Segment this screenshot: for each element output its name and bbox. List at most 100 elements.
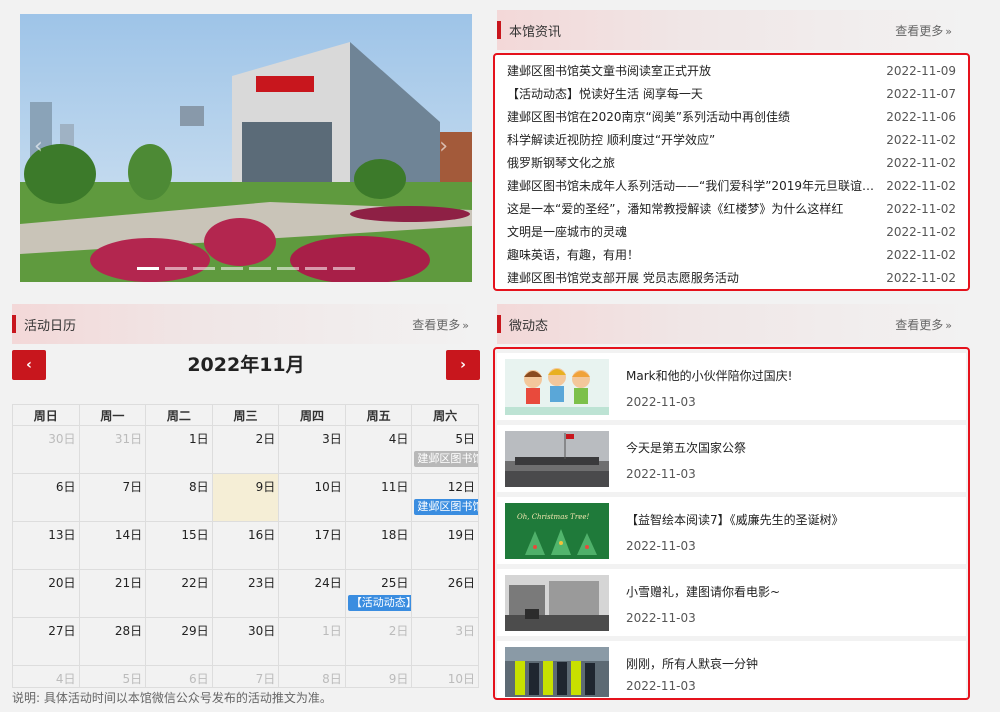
calendar-day-cell[interactable]: 1日 — [278, 617, 346, 666]
calendar-day-number: 9日 — [255, 480, 276, 494]
calendar-day-cell[interactable]: 22日 — [145, 569, 213, 618]
calendar-day-number: 11日 — [381, 480, 409, 494]
news-item-title[interactable]: 【活动动态】悦读好生活 阅享每一天 — [507, 85, 882, 102]
calendar-day-cell[interactable]: 30日 — [12, 425, 80, 474]
calendar-day-cell[interactable]: 10日 — [278, 473, 346, 522]
news-item[interactable]: 【活动动态】悦读好生活 阅享每一天 2022-11-07 — [495, 82, 968, 105]
micro-more-link[interactable]: 查看更多» — [895, 316, 952, 333]
calendar-event[interactable]: 建邺区图书馆’ — [414, 451, 478, 467]
calendar-day-cell[interactable]: 2日 — [344, 617, 413, 666]
calendar-day-number: 5日 — [455, 432, 475, 446]
micro-item[interactable]: 刚刚，所有人默哀一分钟 2022-11-03 — [497, 641, 966, 698]
news-more-link[interactable]: 查看更多» — [895, 22, 952, 39]
memorial-ceremony-thumbnail — [505, 431, 609, 487]
calendar-day-cell[interactable]: 11日 — [344, 473, 413, 522]
calendar-more-link[interactable]: 查看更多» — [412, 316, 469, 333]
calendar-day-number: 1日 — [322, 624, 342, 638]
calendar-day-cell[interactable]: 23日 — [211, 569, 280, 618]
calendar-day-cell[interactable]: 19日 — [411, 521, 479, 570]
calendar-day-cell[interactable]: 6日 — [12, 473, 80, 522]
news-item[interactable]: 俄罗斯钢琴文化之旅 2022-11-02 — [495, 151, 968, 174]
calendar-day-cell[interactable]: 3日 — [411, 617, 479, 666]
news-item[interactable]: 建邺区图书馆党支部开展 党员志愿服务活动 2022-11-02 — [495, 266, 968, 289]
news-item[interactable]: 建邺区图书馆未成年人系列活动——“我们爱科学”2019年元旦联谊圆满落幕 2022… — [495, 174, 968, 197]
micro-list: Mark和他的小伙伴陪你过国庆! 2022-11-03 今天是第五次国家公祭 2… — [493, 347, 970, 700]
news-item[interactable]: 建邺区图书馆在2020南京“阅美”系列活动中再创佳绩 2022-11-06 — [495, 105, 968, 128]
calendar-day-cell[interactable]: 28日 — [78, 617, 147, 666]
news-item[interactable]: 建邺区图书馆英文童书阅读室正式开放 2022-11-09 — [495, 59, 968, 82]
calendar-day-cell[interactable]: 26日 — [411, 569, 479, 618]
news-item[interactable]: 这是一本“爱的圣经”，潘知常教授解读《红楼梦》为什么这样红 2022-11-02 — [495, 197, 968, 220]
news-item-title[interactable]: 建邺区图书馆党支部开展 党员志愿服务活动 — [507, 269, 882, 286]
calendar-day-cell[interactable]: 9日 — [344, 665, 413, 688]
carousel-dot[interactable] — [221, 267, 243, 270]
calendar-day-cell[interactable]: 7日 — [211, 665, 280, 688]
calendar-day-cell[interactable]: 7日 — [78, 473, 147, 522]
news-item[interactable]: 趣味英语，有趣，有用！ 2022-11-02 — [495, 243, 968, 266]
news-item-title[interactable]: 这是一本“爱的圣经”，潘知常教授解读《红楼梦》为什么这样红 — [507, 200, 882, 217]
carousel-dot[interactable] — [305, 267, 327, 270]
calendar-event[interactable]: 【活动动态】 — [347, 595, 412, 611]
carousel-dot[interactable] — [277, 267, 299, 270]
carousel-dot[interactable] — [165, 267, 187, 270]
carousel-next-arrow[interactable]: › — [439, 134, 448, 159]
micro-item[interactable]: 小雪赠礼，建图请你看电影~ 2022-11-03 — [497, 569, 966, 636]
calendar-day-cell[interactable]: 24日 — [278, 569, 346, 618]
calendar-day-cell[interactable]: 1日 — [145, 425, 213, 474]
news-item-title[interactable]: 建邺区图书馆未成年人系列活动——“我们爱科学”2019年元旦联谊圆满落幕 — [507, 177, 882, 194]
calendar-day-cell[interactable]: 10日 — [411, 665, 479, 688]
news-section-title: 本馆资讯 — [509, 24, 562, 40]
calendar-day-cell[interactable]: 3日 — [278, 425, 346, 474]
calendar-day-cell[interactable]: 5日建邺区图书馆’ — [411, 425, 479, 474]
news-item-title[interactable]: 建邺区图书馆英文童书阅读室正式开放 — [507, 62, 882, 79]
calendar-day-cell[interactable]: 5日 — [78, 665, 147, 688]
news-item-title[interactable]: 科学解读近视防控 顺利度过“开学效应” — [507, 131, 882, 148]
calendar-day-cell[interactable]: 8日 — [145, 473, 213, 522]
carousel-dot[interactable] — [137, 267, 159, 270]
carousel-dot[interactable] — [249, 267, 271, 270]
calendar-day-cell[interactable]: 4日 — [12, 665, 80, 688]
calendar-next-button[interactable]: › — [446, 350, 480, 380]
calendar-day-number: 10日 — [314, 480, 342, 494]
calendar-day-cell[interactable]: 13日 — [12, 521, 80, 570]
calendar-day-number: 26日 — [447, 576, 475, 590]
calendar-day-cell[interactable]: 29日 — [145, 617, 213, 666]
calendar-day-cell[interactable]: 12日建邺区图书馆‘ — [411, 473, 479, 522]
calendar-day-cell[interactable]: 30日 — [211, 617, 280, 666]
calendar-day-cell[interactable]: 8日 — [278, 665, 346, 688]
calendar-day-cell[interactable]: 14日 — [78, 521, 147, 570]
calendar-day-cell[interactable]: 15日 — [145, 521, 213, 570]
calendar-event[interactable]: 建邺区图书馆‘ — [414, 499, 478, 515]
calendar-day-cell[interactable]: 31日 — [78, 425, 147, 474]
carousel-dot[interactable] — [333, 267, 355, 270]
calendar-day-cell[interactable]: 4日 — [344, 425, 413, 474]
news-item-title[interactable]: 文明是一座城市的灵魂 — [507, 223, 882, 240]
news-item-date: 2022-11-02 — [886, 224, 956, 239]
calendar-day-cell[interactable]: 20日 — [12, 569, 80, 618]
micro-item-date: 2022-11-03 — [626, 539, 696, 553]
news-item-title[interactable]: 建邺区图书馆在2020南京“阅美”系列活动中再创佳绩 — [507, 108, 882, 125]
news-item[interactable]: 文明是一座城市的灵魂 2022-11-02 — [495, 220, 968, 243]
calendar-day-cell[interactable]: 16日 — [211, 521, 280, 570]
double-chevron-right-icon: » — [462, 318, 469, 332]
micro-item[interactable]: Oh, Christmas Tree! 【益智绘本阅读7】《威廉先生的圣诞树》 … — [497, 497, 966, 564]
image-carousel[interactable]: ‹ › — [20, 14, 472, 282]
carousel-prev-arrow[interactable]: ‹ — [34, 134, 43, 159]
news-item-title[interactable]: 趣味英语，有趣，有用！ — [507, 246, 882, 263]
calendar-day-cell[interactable]: 2日 — [211, 425, 280, 474]
calendar-day-cell[interactable]: 18日 — [344, 521, 413, 570]
news-item-date: 2022-11-02 — [886, 270, 956, 285]
calendar-day-cell[interactable]: 9日 — [211, 473, 280, 522]
calendar-day-cell[interactable]: 27日 — [12, 617, 80, 666]
micro-item[interactable]: 今天是第五次国家公祭 2022-11-03 — [497, 425, 966, 492]
micro-item[interactable]: Mark和他的小伙伴陪你过国庆! 2022-11-03 — [497, 353, 966, 420]
calendar-day-cell[interactable]: 21日 — [78, 569, 147, 618]
carousel-dot[interactable] — [193, 267, 215, 270]
micro-item-date: 2022-11-03 — [626, 611, 696, 625]
calendar-day-cell[interactable]: 17日 — [278, 521, 346, 570]
calendar-day-cell[interactable]: 6日 — [145, 665, 213, 688]
news-item-title[interactable]: 俄罗斯钢琴文化之旅 — [507, 154, 882, 171]
calendar-day-cell[interactable]: 25日 【活动动态】 — [344, 569, 413, 618]
calendar-prev-button[interactable]: ‹ — [12, 350, 46, 380]
news-item[interactable]: 科学解读近视防控 顺利度过“开学效应” 2022-11-02 — [495, 128, 968, 151]
